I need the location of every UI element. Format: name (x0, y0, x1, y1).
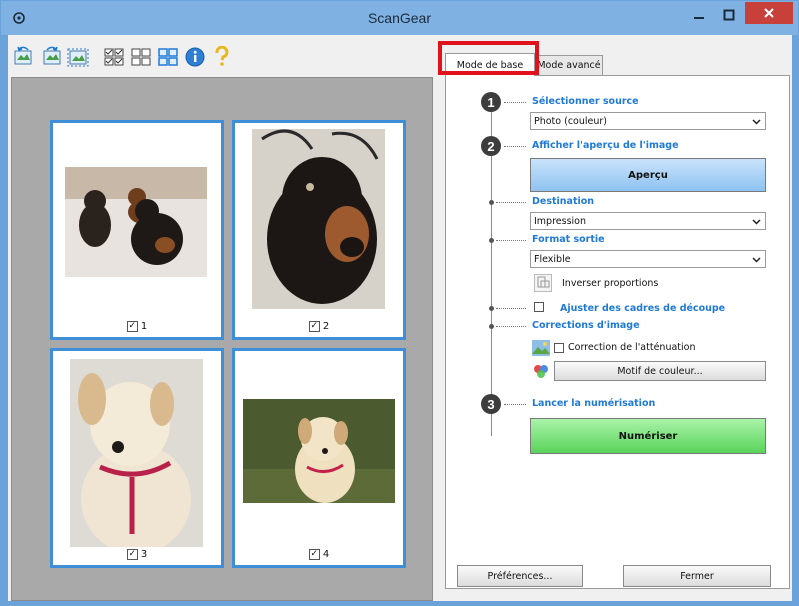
title-bar[interactable]: ScanGear (1, 1, 798, 35)
close-icon (764, 8, 774, 18)
adjust-crop-frames-label[interactable]: Ajuster des cadres de découpe (560, 303, 725, 314)
client-area: ✓ 1 ✓ 2 ✓ 3 ✓ 4 Mode de base Mode avancé… (8, 35, 792, 601)
chevron-down-icon (752, 219, 761, 225)
thumbnail-checkbox-2[interactable]: ✓ (308, 320, 320, 332)
info-icon (185, 47, 205, 67)
fade-correction-icon (532, 340, 550, 356)
output-leader (496, 240, 526, 241)
toolbar (12, 41, 234, 73)
close-button[interactable]: Fermer (623, 565, 771, 587)
destination-select-value: Impression (534, 215, 586, 227)
rotate-right-icon (43, 46, 61, 65)
thumbnail-frame-2[interactable]: ✓ 2 (232, 120, 406, 340)
thumbnail-checkbox-row-3[interactable]: ✓ 3 (53, 547, 221, 561)
step-2-badge: 2 (481, 136, 501, 156)
fade-correction-checkbox[interactable] (554, 343, 564, 353)
step-3-leader (504, 404, 526, 405)
output-size-select[interactable]: Flexible (530, 250, 766, 268)
photo-image-2 (252, 129, 385, 309)
step-2-title: Afficher l'aperçu de l'image (532, 140, 679, 151)
output-title: Format sortie (532, 234, 605, 245)
thumbnail-frame-3[interactable]: ✓ 3 (50, 348, 224, 568)
photo-image-3 (70, 359, 203, 547)
step-3-badge: 3 (481, 394, 501, 414)
photo-image-4 (243, 399, 395, 503)
maximize-button[interactable] (714, 3, 744, 27)
chevron-down-icon (752, 119, 761, 125)
scangear-window: ScanGear ✓ 1 ✓ 2 ✓ 3 ✓ 4 Mode de base Mo… (0, 0, 799, 606)
thumbnail-checkbox-1[interactable]: ✓ (126, 320, 138, 332)
rotate-left-button[interactable] (12, 45, 36, 69)
corrections-dot (489, 324, 494, 329)
color-pattern-icon (532, 363, 550, 379)
color-pattern-button[interactable]: Motif de couleur... (554, 361, 766, 381)
crop-leader (496, 308, 526, 309)
select-all-frames-icon (104, 48, 124, 66)
preview-area[interactable]: ✓ 1 ✓ 2 ✓ 3 ✓ 4 (11, 77, 433, 601)
tab-advanced-mode[interactable]: Mode avancé (535, 55, 603, 75)
deselect-frames-icon (131, 48, 151, 66)
auto-crop-button[interactable] (66, 45, 90, 69)
step-1-title: Sélectionner source (532, 96, 639, 107)
thumbnail-checkbox-row-1[interactable]: ✓ 1 (53, 319, 221, 333)
fade-correction-label: Correction de l'atténuation (568, 342, 696, 353)
minimize-button[interactable] (684, 3, 714, 27)
help-icon (215, 46, 229, 66)
destination-leader (496, 202, 526, 203)
close-window-button[interactable] (745, 2, 793, 24)
step-2-leader (504, 146, 526, 147)
deselect-frames-button[interactable] (129, 45, 153, 69)
destination-title: Destination (532, 196, 595, 207)
step-1-badge: 1 (481, 92, 501, 112)
select-all-frames-button[interactable] (102, 45, 126, 69)
thumbnail-checkbox-4[interactable]: ✓ (308, 548, 320, 560)
toggle-view-icon (158, 48, 178, 66)
corrections-leader (496, 326, 526, 327)
step-1-leader (504, 102, 526, 103)
rotate-right-button[interactable] (39, 45, 63, 69)
preferences-button[interactable]: Préférences... (457, 565, 583, 587)
rotate-left-icon (14, 46, 32, 65)
thumbnail-checkbox-3[interactable]: ✓ (126, 548, 138, 560)
thumbnail-frame-4[interactable]: ✓ 4 (232, 348, 406, 568)
output-dot (489, 238, 494, 243)
highlight-box (438, 41, 539, 75)
source-select-value: Photo (couleur) (534, 115, 607, 127)
toggle-view-button[interactable] (156, 45, 180, 69)
source-select[interactable]: Photo (couleur) (530, 112, 766, 130)
invert-proportions-label: Inverser proportions (562, 278, 659, 289)
thumbnail-number-3: 3 (140, 548, 148, 560)
scan-button[interactable]: Numériser (530, 418, 766, 454)
help-button[interactable] (210, 45, 234, 69)
thumbnail-frame-1[interactable]: ✓ 1 (50, 120, 224, 340)
output-size-select-value: Flexible (534, 253, 571, 265)
maximize-icon (723, 9, 735, 21)
crop-dot (489, 306, 494, 311)
window-title: ScanGear (367, 10, 432, 26)
thumbnail-number-1: 1 (140, 320, 148, 332)
adjust-crop-frames-checkbox[interactable] (534, 302, 544, 312)
invert-proportions-button[interactable] (534, 274, 552, 292)
swap-orientation-icon (537, 276, 550, 288)
preview-button[interactable]: Aperçu (530, 158, 766, 192)
corrections-title: Corrections d'image (532, 320, 640, 331)
thumbnail-checkbox-row-2[interactable]: ✓ 2 (235, 319, 403, 333)
destination-dot (489, 200, 494, 205)
step-3-title: Lancer la numérisation (532, 398, 656, 409)
thumbnail-checkbox-row-4[interactable]: ✓ 4 (235, 547, 403, 561)
photo-image-1 (65, 167, 207, 277)
basic-mode-panel: 1 Sélectionner source Photo (couleur) 2 … (445, 75, 790, 589)
destination-select[interactable]: Impression (530, 212, 766, 230)
thumbnail-number-2: 2 (322, 320, 330, 332)
thumbnail-number-4: 4 (322, 548, 330, 560)
auto-crop-icon (67, 48, 89, 67)
chevron-down-icon (752, 257, 761, 263)
info-button[interactable] (183, 45, 207, 69)
minimize-icon (694, 17, 704, 19)
